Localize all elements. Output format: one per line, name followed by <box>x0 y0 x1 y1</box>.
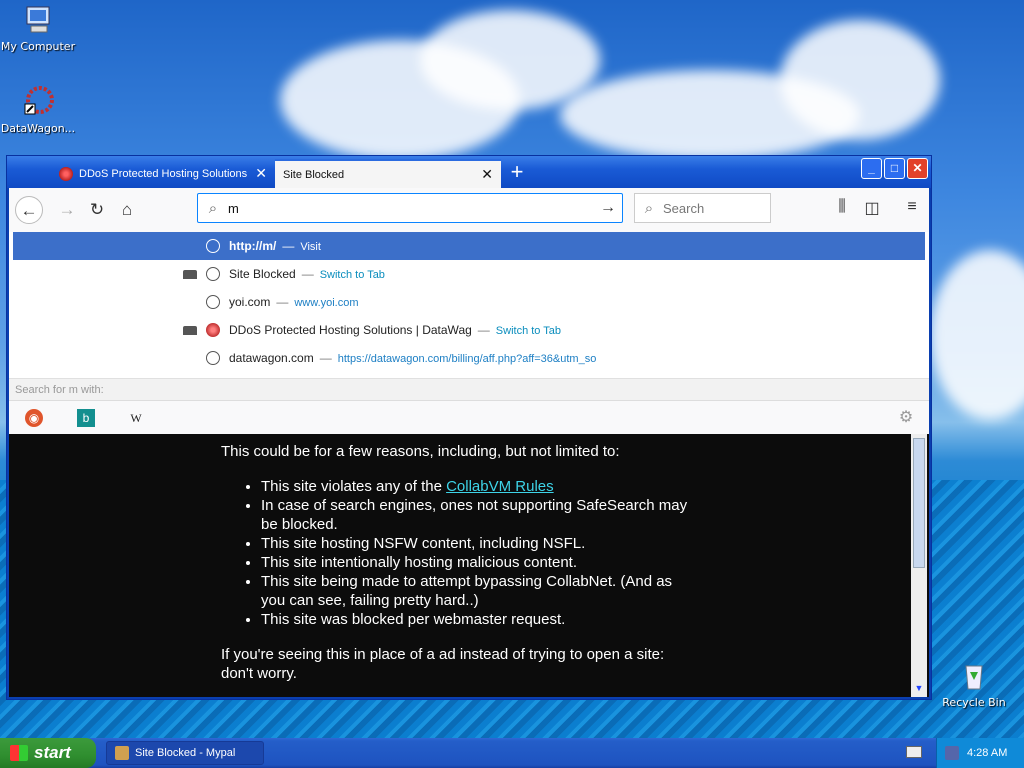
menu-icon[interactable]: ≡ <box>901 198 923 216</box>
close-window-button[interactable]: ✕ <box>907 158 928 179</box>
suggestion-title: http://m/ <box>229 239 277 253</box>
cloud <box>930 250 1024 420</box>
windows-flag-icon <box>10 745 28 761</box>
open-tab-icon <box>183 325 197 335</box>
suggestion-site-blocked[interactable]: Site Blocked — Switch to Tab <box>13 260 925 288</box>
open-tab-icon <box>183 269 197 279</box>
suggestion-title: datawagon.com <box>229 351 314 365</box>
navigation-toolbar: ← → ↻ ⌂ ⌕ m → ⌕ Search ⫼ ◫ ≡ <box>9 188 929 232</box>
minimize-button[interactable]: _ <box>861 158 882 179</box>
desktop-icon-datawagon[interactable]: DataWagon... <box>0 86 76 135</box>
bing-icon[interactable]: b <box>77 409 95 427</box>
suggestion-action: Switch to Tab <box>495 325 562 337</box>
clock: 4:28 AM <box>967 747 1008 759</box>
desktop-icon-my-computer[interactable]: My Computer <box>0 4 76 53</box>
collabvm-rules-link[interactable]: CollabVM Rules <box>446 478 554 495</box>
mypal-app-icon <box>115 746 129 760</box>
reload-button[interactable]: ↻ <box>83 196 111 224</box>
reasons-list: This site violates any of the CollabVM R… <box>261 477 691 629</box>
page-content: This could be for a few reasons, includi… <box>9 434 929 697</box>
suggestion-ddos-hosting[interactable]: DDoS Protected Hosting Solutions | DataW… <box>13 316 925 344</box>
suggestion-title: DDoS Protected Hosting Solutions | DataW… <box>229 323 472 337</box>
search-icon: ⌕ <box>208 199 218 217</box>
suggestion-url: www.yoi.com <box>294 297 359 309</box>
taskbar-item-label: Site Blocked - Mypal <box>135 747 236 759</box>
cloud <box>780 20 940 140</box>
list-item: This site being made to attempt bypassin… <box>261 572 691 610</box>
list-item: This site was blocked per webmaster requ… <box>261 610 691 629</box>
datawagon-shortcut-icon <box>22 86 54 118</box>
suggestion-action: Visit <box>300 241 321 253</box>
cloud <box>420 10 600 110</box>
desktop-icon-label: Recycle Bin <box>942 696 1006 709</box>
globe-icon <box>206 239 220 253</box>
forward-button[interactable]: → <box>53 196 81 224</box>
vertical-scrollbar[interactable]: ▼ <box>911 434 927 697</box>
one-off-search-engines: ◉ b W ⚙ <box>9 400 929 434</box>
sidebar-icon[interactable]: ◫ <box>861 198 883 218</box>
suggestion-title: Site Blocked <box>229 267 296 281</box>
system-tray: 4:28 AM <box>936 738 1024 768</box>
datawagon-favicon-icon <box>206 323 220 337</box>
tab-ddos-hosting[interactable]: DDoS Protected Hosting Solutions ✕ <box>51 159 275 188</box>
search-with-label: Search for m with: <box>9 378 929 400</box>
blocked-message: This could be for a few reasons, includi… <box>221 442 691 683</box>
new-tab-button[interactable]: + <box>505 159 529 185</box>
go-arrow-icon[interactable]: → <box>594 199 622 217</box>
scrollbar-thumb[interactable] <box>913 438 925 568</box>
search-placeholder[interactable]: Search <box>663 201 704 216</box>
tab-label: DDoS Protected Hosting Solutions <box>79 167 248 180</box>
list-item: This site intentionally hosting maliciou… <box>261 553 691 572</box>
library-icon[interactable]: ⫼ <box>831 198 853 216</box>
back-button[interactable]: ← <box>15 196 43 224</box>
intro-text: This could be for a few reasons, includi… <box>221 443 620 460</box>
search-settings-gear-icon[interactable]: ⚙ <box>897 409 915 427</box>
taskbar-item-mypal[interactable]: Site Blocked - Mypal <box>106 741 264 765</box>
desktop-icon-label: My Computer <box>0 40 76 53</box>
url-autocomplete-popup: http://m/— Visit Site Blocked — Switch to T… <box>9 232 929 434</box>
list-item: This site hosting NSFW content, includin… <box>261 534 691 553</box>
url-input[interactable]: m <box>228 201 594 216</box>
desktop-icon-recycle-bin[interactable]: Recycle Bin <box>936 660 1012 709</box>
url-bar[interactable]: ⌕ m → <box>197 193 623 223</box>
tab-strip: DDoS Protected Hosting Solutions ✕ Site … <box>7 156 931 188</box>
search-icon: ⌕ <box>644 199 654 217</box>
globe-icon <box>206 295 220 309</box>
tab-site-blocked[interactable]: Site Blocked ✕ <box>275 159 501 188</box>
keyboard-icon[interactable] <box>906 746 922 758</box>
suggestion-url: https://datawagon.com/billing/aff.php?af… <box>337 353 597 365</box>
desktop-icon-label: DataWagon... <box>0 122 76 135</box>
duckduckgo-icon[interactable]: ◉ <box>25 409 43 427</box>
start-button[interactable]: start <box>0 738 96 768</box>
maximize-button[interactable]: □ <box>884 158 905 179</box>
search-bar[interactable]: ⌕ Search <box>634 193 771 223</box>
globe-icon <box>206 267 220 281</box>
list-item: In case of search engines, ones not supp… <box>261 496 691 534</box>
network-icon[interactable] <box>945 746 959 760</box>
suggestion-datawagon[interactable]: datawagon.com — https://datawagon.com/bill… <box>13 344 925 372</box>
globe-icon <box>206 351 220 365</box>
list-item: This site violates any of the CollabVM R… <box>261 477 691 496</box>
browser-window: DDoS Protected Hosting Solutions ✕ Site … <box>6 155 932 700</box>
computer-icon <box>22 4 54 36</box>
scroll-down-arrow-icon[interactable]: ▼ <box>913 683 925 695</box>
home-button[interactable]: ⌂ <box>113 196 141 224</box>
outro-text: If you're seeing this in place of a ad i… <box>221 646 665 682</box>
taskbar: start Site Blocked - Mypal 4:28 AM <box>0 738 1024 768</box>
recycle-bin-icon <box>958 660 990 692</box>
close-icon[interactable]: ✕ <box>481 166 493 183</box>
suggestion-visit[interactable]: http://m/— Visit <box>13 232 925 260</box>
suggestion-action: Switch to Tab <box>319 269 385 281</box>
start-label: start <box>34 743 71 762</box>
tab-label: Site Blocked <box>283 168 345 181</box>
suggestion-yoi[interactable]: yoi.com — www.yoi.com <box>13 288 925 316</box>
suggestion-title: yoi.com <box>229 295 271 309</box>
datawagon-favicon-icon <box>59 166 73 181</box>
close-icon[interactable]: ✕ <box>255 165 267 182</box>
wikipedia-icon[interactable]: W <box>127 409 145 427</box>
